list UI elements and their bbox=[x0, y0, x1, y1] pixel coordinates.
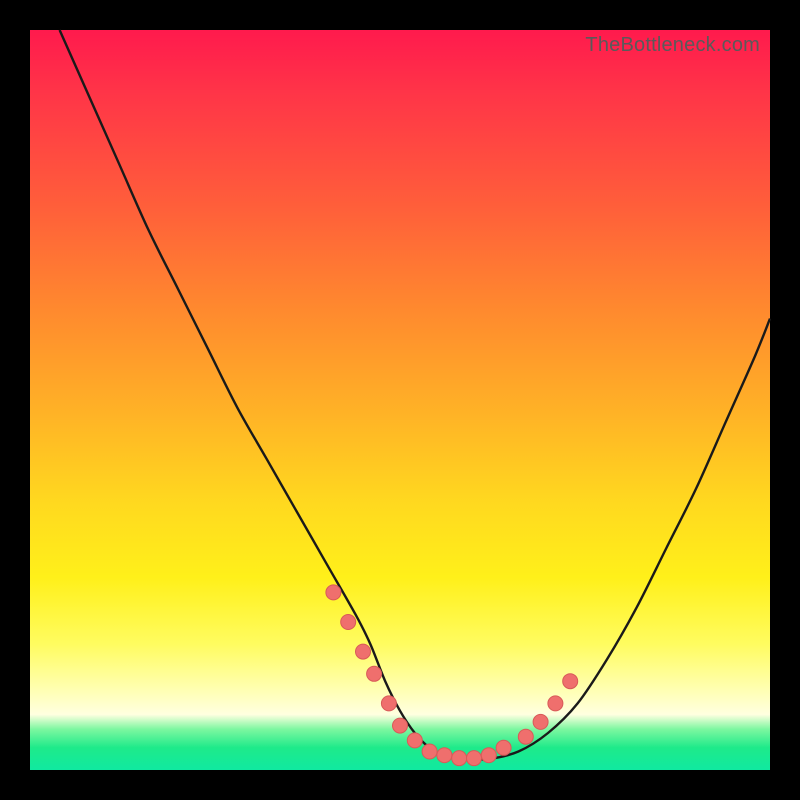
marker-point bbox=[407, 733, 422, 748]
marker-point bbox=[563, 674, 578, 689]
marker-point bbox=[367, 666, 382, 681]
marker-point bbox=[393, 718, 408, 733]
marker-point bbox=[437, 748, 452, 763]
marker-point bbox=[356, 644, 371, 659]
marker-point bbox=[548, 696, 563, 711]
marker-point bbox=[467, 751, 482, 766]
marker-point bbox=[452, 751, 467, 766]
bottleneck-curve bbox=[60, 30, 770, 760]
marker-point bbox=[533, 714, 548, 729]
marker-point bbox=[381, 696, 396, 711]
curve-layer bbox=[30, 30, 770, 770]
marker-point bbox=[326, 585, 341, 600]
chart-frame: TheBottleneck.com bbox=[0, 0, 800, 800]
marker-point bbox=[518, 729, 533, 744]
marker-point bbox=[496, 740, 511, 755]
marker-point bbox=[341, 615, 356, 630]
plot-area: TheBottleneck.com bbox=[30, 30, 770, 770]
marker-point bbox=[481, 748, 496, 763]
marker-point bbox=[422, 744, 437, 759]
